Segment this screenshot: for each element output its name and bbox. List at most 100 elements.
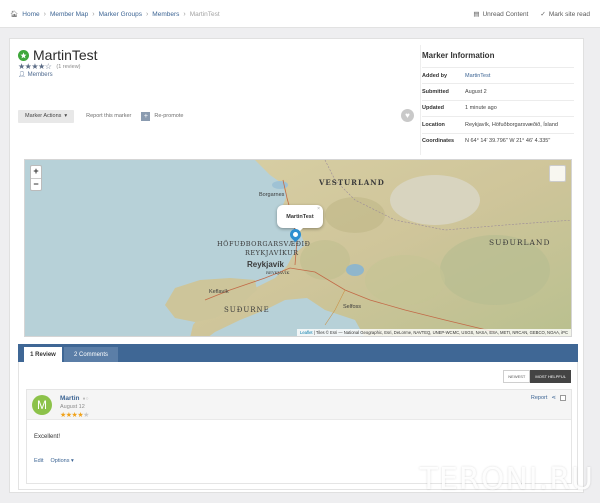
zoom-in-button[interactable]: +	[31, 166, 41, 178]
user-icon: 👤︎	[18, 72, 26, 78]
marker-action-row: Marker Actions ▾ Report this marker + Re…	[18, 109, 422, 123]
marker-group-label: Members	[27, 71, 53, 78]
info-key: Updated	[422, 105, 444, 112]
breadcrumb-marker-groups[interactable]: Marker Groups	[99, 11, 142, 18]
map-label-selfoss: Selfoss	[343, 304, 362, 310]
mark-site-read-link[interactable]: ✓ Mark site read	[540, 10, 590, 19]
chevron-right-icon: ›	[183, 10, 186, 18]
marker-rating: ★★★★☆ (1 review)	[18, 62, 81, 71]
review-options-link[interactable]: Options ▾	[50, 458, 73, 464]
info-value: August 2	[465, 89, 487, 96]
divider	[420, 45, 421, 155]
review-edit-link[interactable]: Edit	[34, 458, 43, 464]
marker-group[interactable]: 👤︎ Members	[18, 71, 53, 79]
review-author-link[interactable]: Martin	[60, 395, 80, 402]
review-stars: ★★★★★	[60, 412, 89, 419]
map-label-reykjavik: Reykjavík	[247, 260, 284, 269]
inbox-icon: ▤	[473, 11, 480, 18]
breadcrumb-members[interactable]: Members	[152, 11, 179, 18]
mark-site-read-label: Mark site read	[548, 10, 590, 18]
breadcrumb-home[interactable]: Home	[22, 11, 39, 18]
info-key: Coordinates	[422, 138, 455, 145]
map-popup-title: MartinTest	[286, 213, 314, 220]
promote-icon: +	[141, 111, 151, 121]
map-view[interactable]: + − VESTURLAND SUÐURLAND SUÐURNE HÖFUÐBO…	[24, 159, 572, 337]
map-label-reykjavikur: REYKJAVÍKUR	[245, 249, 299, 257]
zoom-control: + −	[30, 165, 42, 191]
review-count: (1 review)	[56, 63, 81, 70]
marker-info-title: Marker Information	[422, 51, 495, 60]
re-promote-button[interactable]: + Re-promote	[141, 111, 184, 121]
avatar[interactable]: M	[32, 395, 52, 415]
check-icon: ✓	[540, 11, 546, 18]
zoom-out-button[interactable]: −	[31, 178, 41, 190]
page-title: MartinTest	[33, 47, 98, 63]
tab-comments[interactable]: 2 Comments	[64, 347, 118, 362]
info-key: Location	[422, 121, 445, 128]
sort-newest-button[interactable]: NEWEST	[503, 370, 531, 383]
review-tabs: 1 Review 2 Comments	[18, 344, 578, 362]
added-by-link[interactable]: MartinTest	[465, 73, 490, 79]
map-attribution: Leaflet | Tiles © Esri — National Geogra…	[297, 329, 571, 336]
review-text: Excellent!	[34, 434, 61, 440]
report-marker-link[interactable]: Report this marker	[86, 113, 131, 119]
watermark: TERONI.RU	[419, 462, 594, 497]
share-icon[interactable]: ⋖	[551, 395, 556, 401]
review-sort: NEWEST MOST HELPFUL	[503, 370, 571, 383]
caret-down-icon: ▾	[70, 458, 74, 464]
breadcrumb-member-map[interactable]: Member Map	[50, 11, 88, 18]
layers-icon[interactable]	[549, 165, 566, 182]
title-row: MartinTest	[18, 47, 98, 63]
map-label-sudurland: SUÐURLAND	[489, 238, 551, 247]
caret-down-icon: ▾	[64, 113, 68, 119]
marker-actions-label: Marker Actions	[25, 113, 62, 119]
map-popup[interactable]: MartinTest ×	[277, 205, 323, 232]
info-row-coordinates: Coordinates N 64° 14' 39.796" W 21° 46' …	[422, 132, 574, 149]
leaflet-link[interactable]: Leaflet	[300, 330, 313, 335]
marker-card: MartinTest ★★★★☆ (1 review) 👤︎ Members M…	[9, 38, 584, 493]
info-row-updated: Updated 1 minute ago	[422, 99, 574, 116]
info-row-location: Location Reykjavík, Höfuðborgarsvæðið, Í…	[422, 116, 574, 132]
marker-star-icon	[18, 49, 29, 61]
attribution-text: | Tiles © Esri — National Geographic, Es…	[312, 330, 568, 335]
re-promote-label: Re-promote	[154, 113, 184, 119]
info-value: Reykjavík, Höfuðborgarsvæðið, Ísland	[465, 121, 558, 128]
info-key: Added by	[422, 72, 448, 79]
review-report-area: Report ⋖	[531, 395, 566, 401]
review-options-label: Options	[50, 458, 70, 464]
review-header: M Martin ●○ August 12 ★★★★★ Report ⋖	[27, 390, 571, 420]
review-report-link[interactable]: Report	[531, 395, 548, 401]
info-key: Submitted	[422, 89, 449, 96]
marker-info-panel: Marker Information Added by MartinTest S…	[422, 47, 574, 149]
popup-close-icon[interactable]: ×	[317, 206, 320, 212]
heart-icon[interactable]: ♥	[401, 109, 414, 122]
map-label-borgarnes: Borgarnes	[259, 192, 285, 198]
breadcrumb-current: MartinTest	[189, 10, 220, 18]
unread-content-link[interactable]: ▤ Unread Content	[473, 10, 529, 19]
breadcrumb: 🏠︎ Home › Member Map › Marker Groups › M…	[10, 10, 220, 19]
home-icon[interactable]: 🏠︎	[10, 10, 18, 18]
map-label-reykjavik-small: REYKJAVÍK	[266, 270, 290, 275]
sort-most-helpful-button[interactable]: MOST HELPFUL	[530, 370, 571, 383]
tab-reviews[interactable]: 1 Review	[24, 347, 62, 362]
map-label-sudurne: SUÐURNE	[224, 306, 270, 314]
review-author: Martin ●○	[60, 395, 89, 402]
review-date: August 12	[60, 404, 85, 410]
review-select-checkbox[interactable]	[560, 395, 566, 401]
chevron-right-icon: ›	[43, 10, 46, 18]
info-value: 1 minute ago	[465, 105, 497, 112]
chevron-right-icon: ›	[92, 10, 95, 18]
rating-stars: ★★★★☆	[18, 62, 52, 71]
unread-content-label: Unread Content	[482, 10, 529, 18]
top-actions: ▤ Unread Content ✓ Mark site read	[473, 10, 590, 19]
online-status-icon: ●○	[82, 395, 89, 402]
map-label-keflavik: Keflavík	[209, 289, 229, 295]
map-label-vesturland: VESTURLAND	[319, 178, 385, 187]
chevron-right-icon: ›	[145, 10, 149, 18]
info-row-added-by: Added by MartinTest	[422, 67, 574, 83]
review-footer: Edit Options ▾	[34, 458, 74, 464]
info-value: N 64° 14' 39.796" W 21° 46' 4.335"	[465, 138, 551, 145]
info-row-submitted: Submitted August 2	[422, 83, 574, 99]
top-bar: 🏠︎ Home › Member Map › Marker Groups › M…	[0, 0, 600, 28]
marker-actions-button[interactable]: Marker Actions ▾	[18, 109, 75, 123]
